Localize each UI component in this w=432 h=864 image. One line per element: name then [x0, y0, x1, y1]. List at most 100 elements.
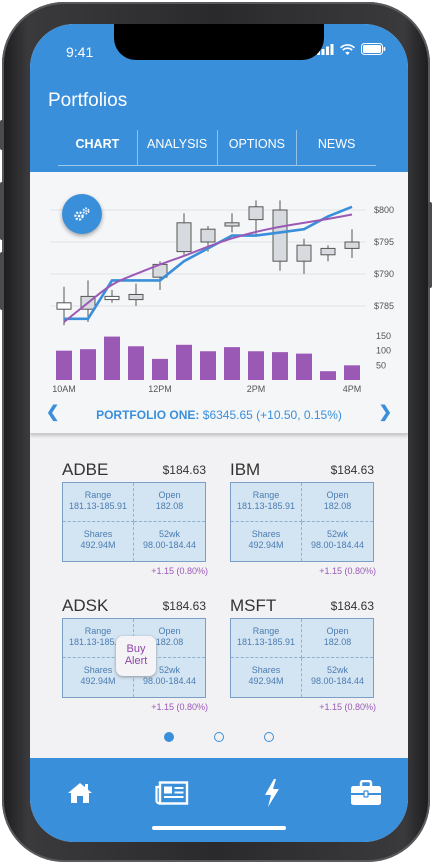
nav-home[interactable]	[60, 776, 100, 810]
time-tick-label: 12PM	[148, 384, 172, 394]
volume-down-button	[0, 252, 4, 310]
stock-change: +1.15 (0.80%)	[151, 566, 208, 576]
stock-stats-grid: Range 181.13-185.91 Open 182.08 Shares 492.…	[62, 482, 206, 562]
candlestick	[296, 238, 312, 274]
tab-analysis[interactable]: ANALYSIS	[138, 130, 218, 165]
stock-price: $184.63	[162, 599, 206, 613]
time-tick-label: 10AM	[52, 384, 76, 394]
candle-body	[344, 241, 360, 249]
stat-shares: Shares 492.94M	[231, 658, 302, 697]
phone-frame: 9:41 Portfolios CHART ANALYSIS OPTIONS N…	[0, 2, 432, 862]
mute-switch	[0, 120, 4, 150]
home-indicator	[152, 826, 286, 830]
volume-up-button	[0, 182, 4, 240]
power-button	[428, 202, 432, 288]
next-portfolio-arrow[interactable]: ❯	[379, 402, 392, 422]
price-trend-line	[64, 205, 353, 321]
candle-body	[296, 244, 312, 262]
stock-stats-grid: Range 181.13-185.91 Open 182.08 Shares 492.…	[230, 482, 374, 562]
buy-alert-button[interactable]: Buy Alert	[116, 636, 156, 676]
portfolio-label: PORTFOLIO ONE:	[96, 408, 200, 422]
screen: 9:41 Portfolios CHART ANALYSIS OPTIONS N…	[30, 24, 408, 842]
stock-symbol: ADBE	[62, 460, 109, 479]
candle-body	[128, 293, 144, 301]
tab-bar: CHART ANALYSIS OPTIONS NEWS	[58, 130, 376, 166]
candlestick	[224, 213, 240, 233]
price-tick-label: $785	[374, 301, 394, 311]
candle-body	[56, 302, 72, 310]
candlestick	[176, 213, 192, 255]
volume-bar	[224, 347, 240, 380]
time-tick-label: 2PM	[247, 384, 266, 394]
candle-body	[224, 222, 240, 227]
stat-52wk: 52wk 98.00-184.44	[142, 529, 197, 550]
newspaper-icon	[155, 781, 189, 805]
candle-body	[272, 209, 288, 262]
wifi-icon	[340, 43, 355, 55]
candle-body	[200, 228, 216, 243]
tab-options[interactable]: OPTIONS	[218, 130, 298, 165]
stock-change: +1.15 (0.80%)	[319, 702, 376, 712]
volume-bar	[272, 352, 288, 380]
stat-shares: Shares 492.94M	[63, 522, 134, 561]
volume-tick-label: 100	[376, 346, 391, 356]
stat-52wk: 52wk 98.00-184.44	[310, 529, 365, 550]
status-time: 9:41	[66, 44, 94, 60]
candlestick	[320, 245, 336, 262]
stock-change: +1.15 (0.80%)	[151, 702, 208, 712]
stat-range: Range 181.13-185.91	[231, 619, 302, 658]
nav-portfolio[interactable]	[346, 776, 386, 810]
stock-price: $184.63	[162, 463, 206, 477]
candle-body	[176, 222, 192, 253]
stat-range: Range 181.13-185.91	[63, 483, 134, 522]
price-tick-label: $790	[374, 269, 394, 279]
volume-bar	[152, 358, 168, 380]
stat-range: Range 181.13-185.91	[231, 483, 302, 522]
volume-bar	[128, 346, 144, 380]
nav-news[interactable]	[152, 776, 192, 810]
battery-icon	[361, 43, 386, 55]
stat-open: Open 182.08	[302, 619, 373, 658]
chart-settings-button[interactable]	[62, 194, 102, 234]
page-dot-3[interactable]	[264, 732, 274, 742]
notch	[114, 24, 324, 60]
stock-price: $184.63	[330, 463, 374, 477]
status-icons	[317, 43, 386, 55]
stock-symbol: ADSK	[62, 596, 109, 615]
stock-price: $184.63	[330, 599, 374, 613]
candlestick	[128, 283, 144, 306]
tab-news[interactable]: NEWS	[297, 130, 376, 165]
volume-bar	[200, 351, 216, 380]
stock-symbol: MSFT	[230, 596, 277, 615]
volume-bar	[248, 351, 264, 380]
volume-bar	[80, 349, 96, 380]
volume-bar	[56, 350, 72, 380]
stock-symbol: IBM	[230, 460, 261, 479]
candlestick	[104, 290, 120, 303]
stat-open: Open 182.08	[134, 483, 205, 522]
stock-stats-grid: Range 181.13-185.91 Open 182.08 Shares 492.…	[230, 618, 374, 698]
home-icon	[68, 783, 92, 803]
gears-icon	[74, 207, 90, 221]
volume-bar	[176, 344, 192, 380]
stock-change: +1.15 (0.80%)	[319, 566, 376, 576]
lightning-icon	[265, 779, 279, 807]
candle-body	[248, 206, 264, 221]
candlestick	[80, 280, 96, 322]
stat-open: Open 182.08	[302, 483, 373, 522]
candlestick	[272, 200, 288, 271]
volume-tick-label: 50	[376, 360, 386, 370]
candlestick	[344, 229, 360, 258]
portfolio-value: $6345.65 (+10.50, 0.15%)	[202, 408, 342, 422]
portfolio-summary: PORTFOLIO ONE: $6345.65 (+10.50, 0.15%)	[30, 404, 408, 426]
price-tick-label: $795	[374, 237, 394, 247]
page-dot-2[interactable]	[214, 732, 224, 742]
nav-alerts[interactable]	[252, 776, 292, 810]
volume-bar	[344, 365, 360, 380]
page-dot-1[interactable]	[164, 732, 174, 742]
candle-body	[104, 295, 120, 301]
volume-tick-label: 150	[376, 331, 391, 341]
briefcase-icon	[351, 780, 381, 805]
tab-chart[interactable]: CHART	[58, 130, 138, 165]
page-title: Portfolios	[48, 90, 128, 111]
